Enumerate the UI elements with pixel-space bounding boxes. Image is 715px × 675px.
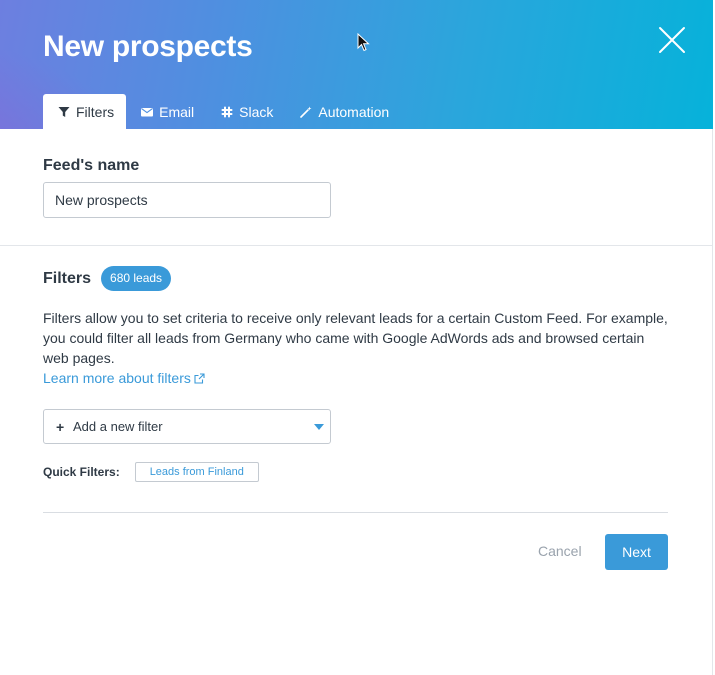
quick-filters: Quick Filters: Leads from Finland bbox=[43, 462, 259, 482]
mouse-cursor-icon bbox=[357, 33, 370, 52]
magic-wand-icon bbox=[300, 106, 312, 118]
quick-filters-label: Quick Filters: bbox=[43, 465, 120, 479]
tab-email[interactable]: Email bbox=[126, 94, 206, 129]
tab-label: Automation bbox=[318, 103, 390, 120]
quick-filter-chip[interactable]: Leads from Finland bbox=[134, 462, 259, 482]
tab-label: Filters bbox=[76, 103, 115, 120]
leads-count-badge: 680 leads bbox=[101, 266, 172, 291]
close-icon[interactable] bbox=[656, 24, 688, 56]
add-filter-label: Add a new filter bbox=[73, 419, 163, 434]
learn-more-link[interactable]: Learn more about filters bbox=[43, 368, 205, 388]
learn-more-label: Learn more about filters bbox=[43, 370, 191, 386]
page-title: New prospects bbox=[43, 30, 253, 63]
tab-label: Slack bbox=[239, 103, 274, 120]
external-link-icon bbox=[194, 372, 205, 384]
feed-name-label: Feed's name bbox=[43, 157, 139, 175]
filters-heading: Filters bbox=[43, 269, 92, 287]
tab-label: Email bbox=[159, 103, 195, 120]
add-filter-dropdown[interactable]: + Add a new filter bbox=[43, 409, 331, 444]
tab-slack[interactable]: Slack bbox=[206, 94, 285, 129]
feed-name-input[interactable] bbox=[43, 182, 331, 218]
modal-dialog: New prospects Filters Email Slack Automa… bbox=[0, 0, 713, 675]
cancel-button[interactable]: Cancel bbox=[538, 543, 582, 559]
tab-filters[interactable]: Filters bbox=[43, 94, 127, 129]
section-divider bbox=[0, 245, 713, 246]
chevron-down-icon bbox=[314, 424, 324, 430]
filter-icon bbox=[58, 106, 70, 118]
next-button[interactable]: Next bbox=[605, 534, 668, 570]
filters-description: Filters allow you to set criteria to rec… bbox=[43, 310, 668, 366]
modal-header: New prospects Filters Email Slack Automa… bbox=[0, 0, 713, 129]
footer-divider bbox=[43, 512, 668, 513]
tab-bar: Filters Email Slack Automation bbox=[43, 94, 401, 129]
plus-icon: + bbox=[56, 418, 65, 435]
slack-icon bbox=[221, 106, 233, 118]
envelope-icon bbox=[141, 106, 154, 118]
feed-name-heading: Feed's name bbox=[43, 157, 140, 174]
tab-automation[interactable]: Automation bbox=[285, 94, 401, 129]
filters-header: Filters 680 leads bbox=[43, 266, 172, 291]
